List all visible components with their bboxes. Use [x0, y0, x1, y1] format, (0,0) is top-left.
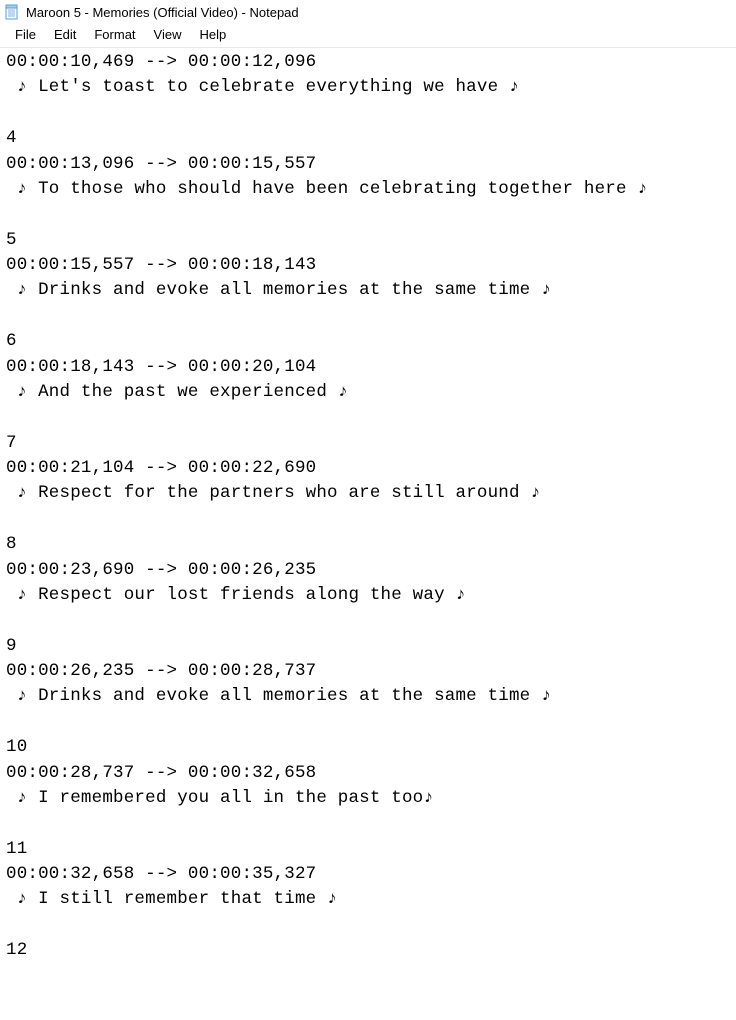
menu-view[interactable]: View	[145, 26, 191, 43]
menu-edit[interactable]: Edit	[45, 26, 85, 43]
window-title-bar: Maroon 5 - Memories (Official Video) - N…	[0, 0, 736, 24]
menu-bar: File Edit Format View Help	[0, 24, 736, 48]
menu-format[interactable]: Format	[85, 26, 144, 43]
window-title: Maroon 5 - Memories (Official Video) - N…	[26, 5, 299, 20]
text-content[interactable]: 00:00:10,469 --> 00:00:12,096 ♪ Let's to…	[0, 48, 736, 966]
notepad-icon	[4, 4, 20, 20]
menu-file[interactable]: File	[6, 26, 45, 43]
menu-help[interactable]: Help	[190, 26, 235, 43]
